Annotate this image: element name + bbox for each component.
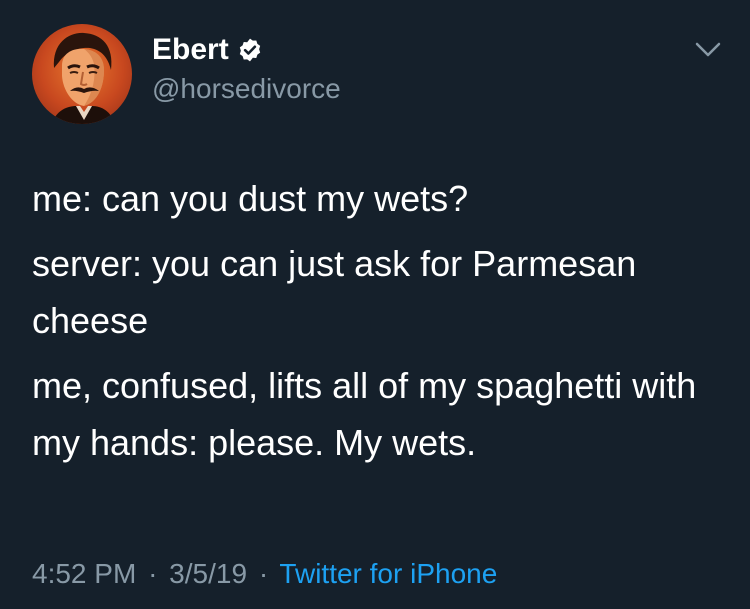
tweet-time[interactable]: 4:52 PM [32,558,136,589]
portrait-icon [52,32,114,124]
chevron-down-icon[interactable] [694,40,722,60]
verified-badge-icon [239,38,260,62]
meta-separator: · [148,558,158,589]
author-name-row: Ebert [152,32,263,68]
tweet-source-link[interactable]: Twitter for iPhone [279,558,497,589]
tweet-header: Ebert @horsedivorce [32,24,722,124]
tweet-date[interactable]: 3/5/19 [169,558,247,589]
tweet-text: me: can you dust my wets? server: you ca… [32,170,732,479]
tweet-paragraph: me, confused, lifts all of my spaghetti … [32,365,697,463]
tweet-metadata: 4:52 PM · 3/5/19 · Twitter for iPhone [32,556,497,592]
avatar[interactable] [32,24,132,124]
tweet-paragraph: me: can you dust my wets? [32,178,469,219]
meta-separator: · [258,558,269,589]
user-handle[interactable]: @horsedivorce [152,72,341,106]
tweet-paragraph: server: you can just ask for Parmesan ch… [32,243,637,341]
display-name[interactable]: Ebert [152,32,229,68]
